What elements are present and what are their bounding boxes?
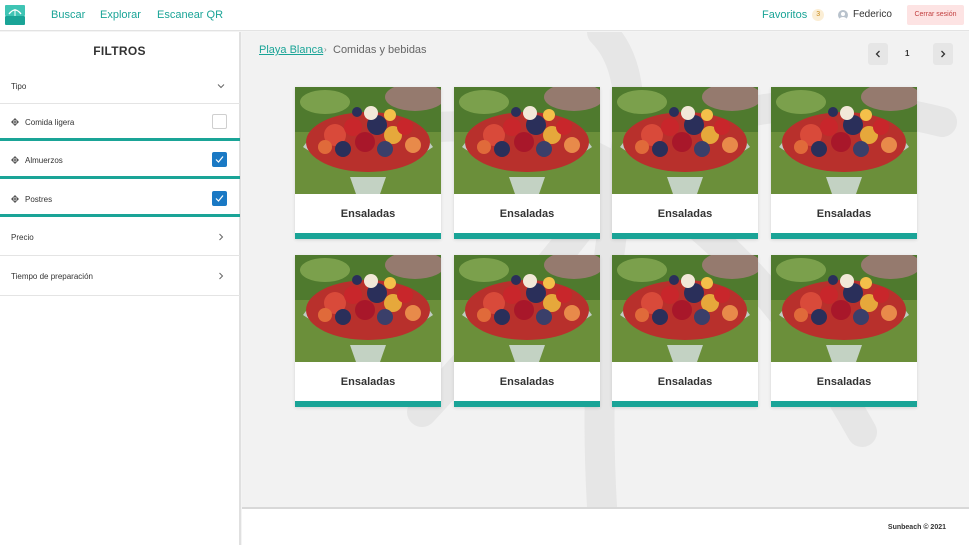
fruit-salad-image <box>771 255 917 362</box>
card-title: Ensaladas <box>340 376 396 388</box>
category-card[interactable]: Ensaladas <box>612 255 758 407</box>
card-title: Ensaladas <box>816 376 872 388</box>
card-accent-bar <box>612 233 758 239</box>
footer-copyright: Sunbeach © 2021 <box>887 524 946 531</box>
filters-sidebar: FILTROS Tipo Comida ligera Almuerzos Pos… <box>0 32 241 545</box>
checkbox-almuerzos[interactable] <box>212 152 227 167</box>
fruit-salad-image <box>295 87 441 194</box>
card-accent-bar <box>771 401 917 407</box>
fruit-salad-image <box>295 255 441 362</box>
card-image <box>454 255 600 362</box>
chevron-down-icon <box>217 84 225 89</box>
checkbox-postres[interactable] <box>212 191 227 206</box>
favorites-label: Favoritos <box>762 9 808 21</box>
crosshair-icon <box>11 118 19 126</box>
filter-option-label: Comida ligera <box>25 118 75 127</box>
breadcrumb-separator-icon: › <box>324 45 327 54</box>
beach-umbrella-logo-icon[interactable] <box>5 5 25 25</box>
filter-group-precio[interactable]: Precio <box>0 217 240 256</box>
filter-group-label: Tiempo de preparación <box>11 272 93 281</box>
card-accent-bar <box>612 401 758 407</box>
card-image <box>612 255 758 362</box>
user-avatar-icon <box>838 9 848 20</box>
category-card[interactable]: Ensaladas <box>771 87 917 239</box>
filter-group-label: Tipo <box>11 82 27 91</box>
nav-explorar[interactable]: Explorar <box>100 9 141 21</box>
card-image <box>771 255 917 362</box>
checkmark-icon <box>215 195 224 202</box>
favorites-count-badge: 3 <box>812 9 825 21</box>
checkmark-icon <box>215 156 224 163</box>
card-image <box>771 87 917 194</box>
sidebar-title: FILTROS <box>93 44 146 58</box>
category-card[interactable]: Ensaladas <box>295 87 441 239</box>
card-accent-bar <box>295 401 441 407</box>
card-title: Ensaladas <box>657 376 713 388</box>
filter-group-label: Precio <box>11 233 34 242</box>
fruit-salad-image <box>454 87 600 194</box>
top-bar: Buscar Explorar Escanear QR Favoritos 3 … <box>0 0 969 31</box>
filter-group-tiempo[interactable]: Tiempo de preparación <box>0 256 240 296</box>
user-menu[interactable]: Federico <box>838 9 892 20</box>
card-accent-bar <box>454 401 600 407</box>
category-card[interactable]: Ensaladas <box>295 255 441 407</box>
filter-option-comida-ligera[interactable]: Comida ligera <box>0 105 240 138</box>
card-accent-bar <box>454 233 600 239</box>
chevron-right-icon <box>941 50 946 58</box>
card-title: Ensaladas <box>499 208 555 220</box>
filter-option-postres[interactable]: Postres <box>0 179 240 214</box>
pagination-next-button[interactable] <box>933 43 953 65</box>
card-title: Ensaladas <box>340 208 396 220</box>
user-name: Federico <box>853 9 892 20</box>
card-image <box>295 255 441 362</box>
card-accent-bar <box>771 233 917 239</box>
main-content: Playa Blanca › Comidas y bebidas 1 Ensal… <box>242 32 969 507</box>
crosshair-icon <box>11 195 19 203</box>
category-card[interactable]: Ensaladas <box>771 255 917 407</box>
filter-option-label: Postres <box>25 195 53 204</box>
nav-escanear-qr[interactable]: Escanear QR <box>157 9 223 21</box>
fruit-salad-image <box>454 255 600 362</box>
card-image <box>612 87 758 194</box>
chevron-right-icon <box>219 233 224 241</box>
pagination-prev-button[interactable] <box>868 43 888 65</box>
category-card[interactable]: Ensaladas <box>454 255 600 407</box>
chevron-left-icon <box>875 50 880 58</box>
fruit-salad-image <box>612 87 758 194</box>
category-card[interactable]: Ensaladas <box>612 87 758 239</box>
fruit-salad-image <box>612 255 758 362</box>
card-title: Ensaladas <box>657 208 713 220</box>
chevron-right-icon <box>219 272 224 280</box>
filter-group-tipo[interactable]: Tipo <box>0 71 240 104</box>
card-accent-bar <box>295 233 441 239</box>
card-title: Ensaladas <box>816 208 872 220</box>
filter-option-label: Almuerzos <box>25 156 63 165</box>
favorites-link[interactable]: Favoritos 3 <box>762 9 825 21</box>
card-image <box>454 87 600 194</box>
card-image <box>295 87 441 194</box>
card-title: Ensaladas <box>499 376 555 388</box>
crosshair-icon <box>11 156 19 164</box>
logout-button[interactable]: Cerrar sesión <box>907 5 964 25</box>
pagination-page-number: 1 <box>905 49 910 58</box>
filter-option-almuerzos[interactable]: Almuerzos <box>0 141 240 176</box>
footer: Sunbeach © 2021 <box>242 507 969 545</box>
category-card[interactable]: Ensaladas <box>454 87 600 239</box>
breadcrumb-home-link[interactable]: Playa Blanca <box>259 44 323 56</box>
nav-buscar[interactable]: Buscar <box>51 9 85 21</box>
checkbox-comida-ligera[interactable] <box>212 114 227 129</box>
fruit-salad-image <box>771 87 917 194</box>
breadcrumb-current: Comidas y bebidas <box>333 44 427 56</box>
